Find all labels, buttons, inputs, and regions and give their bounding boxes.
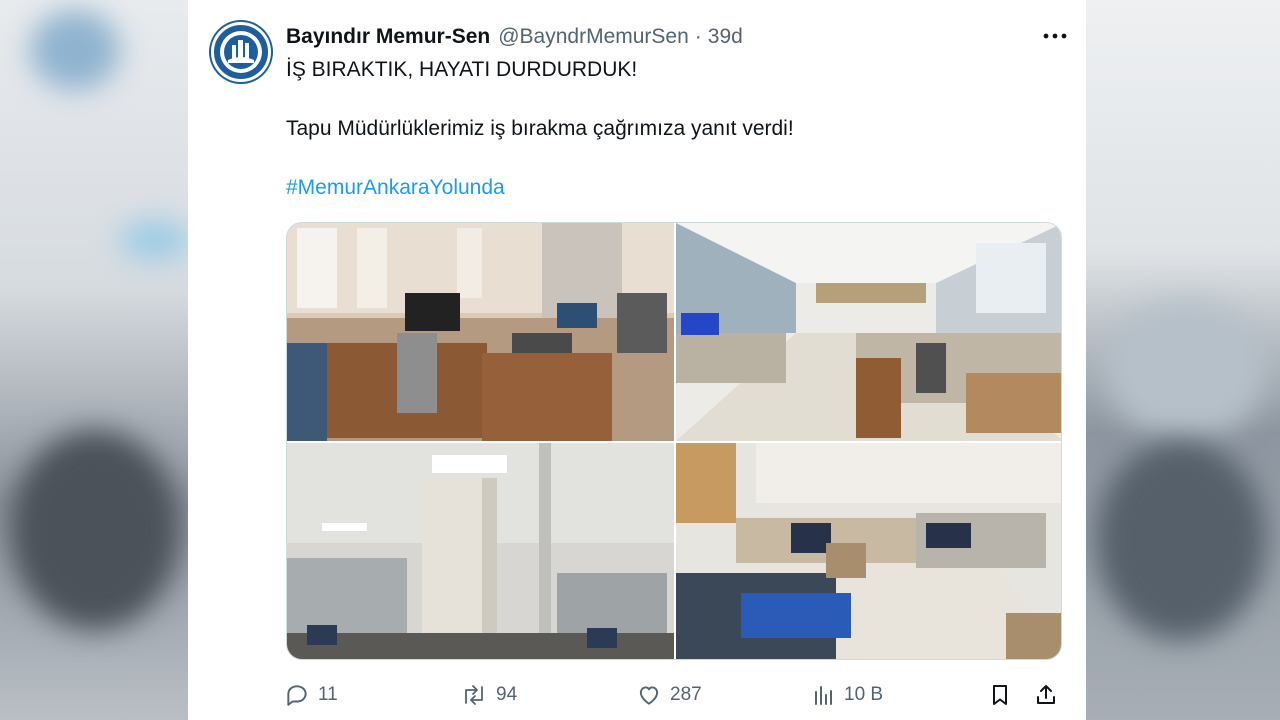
hashtag-link[interactable]: #MemurAnkaraYolunda [286,174,1046,202]
bookmark-icon [993,685,1007,705]
analytics-icon [815,686,832,705]
reply-icon [287,685,307,706]
more-options-button[interactable] [1038,22,1072,50]
author-name[interactable]: Bayındır Memur-Sen [286,25,490,49]
share-icon [1037,685,1055,704]
like-count: 287 [670,684,702,705]
view-count: 10 B [844,684,884,705]
reply-count: 11 [318,684,338,705]
office-photo-1-image [287,223,674,441]
repost-icon [465,685,483,705]
logo-icon [220,31,262,73]
reply-button[interactable]: 11 [284,678,338,712]
tweet-text-line1: İŞ BIRAKTIK, HAYATI DURDURDUK! [286,58,638,81]
tweet-header: Bayındır Memur-Sen @BayndrMemurSen · 39d [286,22,1066,52]
heart-icon [639,686,659,705]
office-photo-3[interactable] [287,443,674,659]
office-photo-2[interactable] [676,223,1061,441]
tweet-text-line2: Tapu Müdürlüklerimiz iş bırakma çağrımız… [286,117,794,140]
office-photo-2-image [676,223,1061,441]
like-button[interactable]: 287 [636,678,702,712]
media-grid [286,222,1062,660]
share-button[interactable] [1034,678,1066,712]
timestamp[interactable]: 39d [708,25,743,49]
blurred-backdrop-left [0,0,188,720]
bookmark-button[interactable] [988,678,1020,712]
repost-count: 94 [496,684,518,705]
repost-button[interactable]: 94 [460,678,517,712]
blurred-backdrop-right [1086,0,1280,720]
office-photo-4[interactable] [676,443,1061,659]
separator: · [694,25,702,48]
author-handle[interactable]: @BayndrMemurSen [498,25,689,49]
tweet-actions: 11 94 287 10 B [284,678,1064,712]
office-photo-4-image [676,443,1061,659]
office-photo-3-image [287,443,674,659]
views-button[interactable]: 10 B [812,678,883,712]
tweet-card: Bayındır Memur-Sen @BayndrMemurSen · 39d… [188,0,1086,720]
more-icon [1043,33,1067,39]
office-photo-1[interactable] [287,223,674,441]
avatar[interactable] [211,22,271,82]
